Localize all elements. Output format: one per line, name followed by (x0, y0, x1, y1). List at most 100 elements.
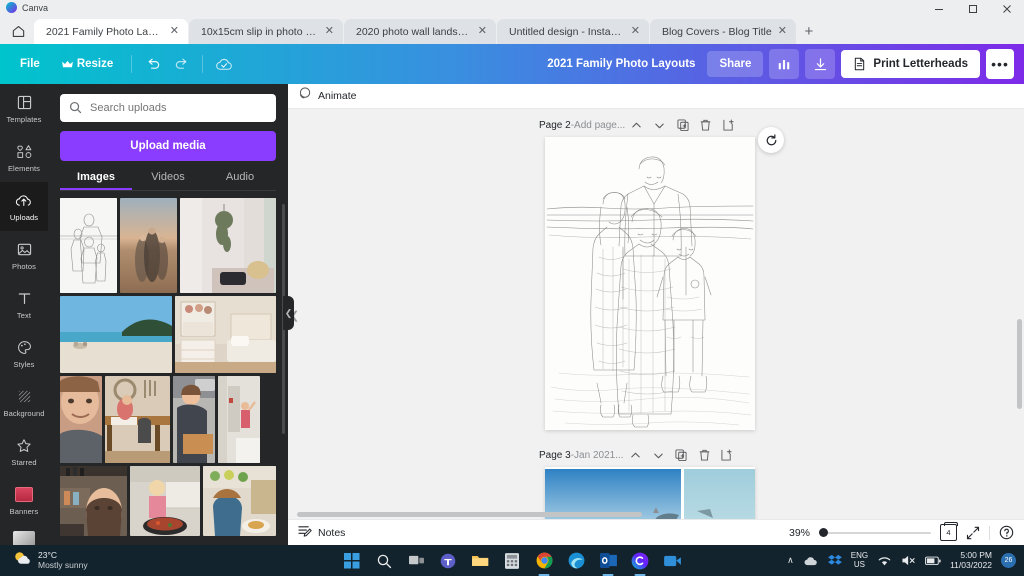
thumbnail-child-cooking[interactable] (130, 466, 200, 536)
canvas-horizontal-scrollbar[interactable] (297, 512, 642, 517)
thumbnail-child-closeup[interactable] (60, 376, 102, 463)
tab-close-icon[interactable]: ✕ (325, 26, 334, 37)
file-menu-button[interactable]: File (10, 52, 50, 76)
page-2-canvas[interactable] (545, 137, 755, 430)
tab-close-icon[interactable]: ✕ (778, 26, 787, 37)
page-3-move-down-icon[interactable] (647, 445, 670, 465)
browser-tab-3[interactable]: Untitled design - Instagram ✕ (497, 19, 649, 44)
download-icon[interactable] (805, 49, 836, 79)
thumbnail-bedroom-plant-window[interactable] (180, 198, 277, 293)
regenerate-button[interactable] (758, 127, 784, 153)
thumbnail-bedroom-interior[interactable] (175, 296, 276, 373)
animate-label[interactable]: Animate (318, 90, 357, 102)
search-icon[interactable] (373, 550, 395, 572)
zoom-slider-knob[interactable] (819, 528, 828, 537)
wifi-icon[interactable] (877, 553, 892, 568)
sidebar-item-banners[interactable]: Banners (0, 476, 48, 525)
canvas-scroll-area[interactable]: Page 2 - Add page... Page 3 - Jan 2021..… (288, 109, 1024, 520)
document-title[interactable]: 2021 Family Photo Layouts (547, 58, 695, 70)
minimize-button[interactable] (922, 0, 956, 18)
clock[interactable]: 5:00 PM 11/03/2022 (950, 550, 992, 571)
thumbnail-child-eating[interactable] (203, 466, 276, 536)
resize-button[interactable]: Resize (52, 52, 123, 76)
calculator-icon[interactable] (501, 550, 523, 572)
search-input[interactable] (60, 94, 276, 122)
tab-images[interactable]: Images (60, 171, 132, 190)
undo-icon[interactable] (140, 51, 166, 77)
sidebar-item-background[interactable]: Background (0, 378, 48, 427)
notification-badge[interactable]: 26 (1001, 553, 1016, 568)
page-count-badge[interactable]: 4 (940, 521, 958, 541)
tray-expand-chevron-icon[interactable]: ∧ (787, 555, 794, 566)
sidebar-item-styles[interactable]: Styles (0, 329, 48, 378)
canva-icon[interactable] (629, 550, 651, 572)
sidebar-item-uploads[interactable]: Uploads (0, 182, 48, 231)
weather-widget[interactable]: 23°C Mostly sunny (0, 550, 88, 572)
tab-audio[interactable]: Audio (204, 171, 276, 190)
zoom-slider[interactable] (819, 527, 931, 539)
browser-tab-0[interactable]: 2021 Family Photo Layouts ✕ (34, 19, 188, 44)
tab-close-icon[interactable]: ✕ (478, 26, 487, 37)
browser-tab-4[interactable]: Blog Covers - Blog Title ✕ (650, 19, 796, 44)
home-icon[interactable] (6, 20, 30, 42)
battery-icon[interactable] (925, 554, 941, 568)
sidebar-item-photos[interactable]: Photos (0, 231, 48, 280)
upload-media-button[interactable]: Upload media (60, 131, 276, 161)
thumbnail-child-at-table[interactable] (105, 376, 170, 463)
expand-icon[interactable] (966, 526, 980, 540)
notes-button[interactable]: Notes (298, 525, 345, 541)
panel-collapse-handle[interactable]: ❮ (283, 296, 294, 330)
volume-muted-icon[interactable] (901, 553, 916, 568)
thumbnail-child-in-car[interactable] (173, 376, 215, 463)
outlook-icon[interactable] (597, 550, 619, 572)
teams-icon[interactable] (437, 550, 459, 572)
thumbnail-woman-kitchen[interactable] (60, 466, 127, 536)
page-3-subtitle[interactable]: Jan 2021... (574, 450, 623, 461)
thumbnail-child-hallway[interactable] (218, 376, 260, 463)
chrome-icon[interactable] (533, 550, 555, 572)
canvas-vertical-scrollbar[interactable] (1017, 319, 1022, 409)
sidebar-item-elements[interactable]: Elements (0, 133, 48, 182)
page-3-delete-icon[interactable] (693, 445, 716, 465)
tab-close-icon[interactable]: ✕ (631, 26, 640, 37)
sidebar-item-starred[interactable]: Starred (0, 427, 48, 476)
page-2-delete-icon[interactable] (694, 115, 717, 135)
print-letterheads-button[interactable]: Print Letterheads (841, 50, 980, 78)
page-2-move-up-icon[interactable] (625, 115, 648, 135)
file-explorer-icon[interactable] (469, 550, 491, 572)
dropbox-icon[interactable] (827, 554, 842, 568)
share-button[interactable]: Share (707, 51, 764, 77)
redo-icon[interactable] (168, 51, 194, 77)
page-2-duplicate-icon[interactable] (671, 115, 694, 135)
sidebar-item-templates[interactable]: Templates (0, 84, 48, 133)
sidebar-item-text[interactable]: Text (0, 280, 48, 329)
onedrive-icon[interactable] (803, 553, 819, 569)
thumbnail-beach-headland[interactable] (60, 296, 172, 373)
browser-tab-1[interactable]: 10x15cm slip in photo albur ✕ (189, 19, 343, 44)
thumbnail-family-beach-sunset[interactable] (120, 198, 178, 293)
scroll-collapse-caret[interactable]: ▲ (651, 505, 661, 516)
page-2-add-page-icon[interactable] (717, 115, 740, 135)
page-3-duplicate-icon[interactable] (670, 445, 693, 465)
maximize-button[interactable] (956, 0, 990, 18)
camera-icon[interactable] (661, 550, 683, 572)
close-window-button[interactable] (990, 0, 1024, 18)
sidebar-item-more[interactable] (0, 525, 48, 546)
tab-close-icon[interactable]: ✕ (170, 26, 179, 37)
help-icon[interactable] (999, 525, 1014, 540)
edge-icon[interactable] (565, 550, 587, 572)
language-indicator[interactable]: ENG US (851, 551, 868, 569)
cloud-saved-icon[interactable] (211, 51, 237, 77)
page-2-subtitle[interactable]: Add page... (574, 120, 625, 131)
page-2-move-down-icon[interactable] (648, 115, 671, 135)
bar-chart-icon[interactable] (769, 49, 800, 79)
task-view-icon[interactable] (405, 550, 427, 572)
browser-tab-2[interactable]: 2020 photo wall landscape ✕ (344, 19, 496, 44)
new-tab-button[interactable]: + (796, 19, 822, 44)
page-3-move-up-icon[interactable] (624, 445, 647, 465)
tab-videos[interactable]: Videos (132, 171, 204, 190)
more-options-button[interactable]: ••• (986, 49, 1014, 79)
thumbnail-family-beach-sketch[interactable] (60, 198, 118, 293)
start-icon[interactable] (341, 550, 363, 572)
page-3-add-page-icon[interactable] (716, 445, 739, 465)
